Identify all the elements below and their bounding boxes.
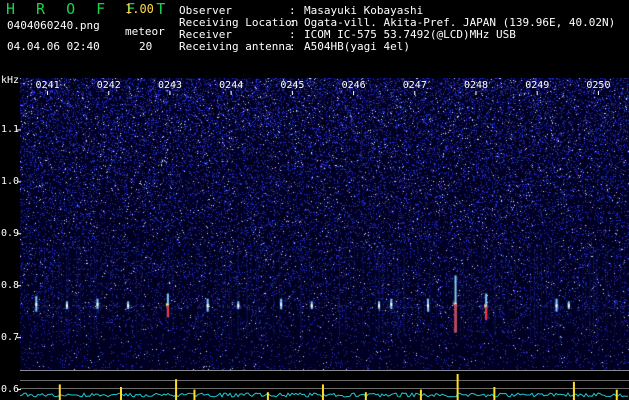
y-tick-label: 0.7 bbox=[1, 331, 20, 343]
capture-datetime: 04.04.06 02:40 bbox=[7, 40, 100, 53]
observer-label: Observer bbox=[179, 4, 232, 17]
y-axis-label: kHz bbox=[1, 75, 20, 86]
x-tick-label: 0250 bbox=[586, 80, 611, 91]
meteor-label: meteor bbox=[125, 25, 165, 38]
y-tick-label: 1.0 bbox=[1, 175, 20, 187]
x-tick-label: 0249 bbox=[525, 80, 550, 91]
antenna-colon: : bbox=[289, 40, 296, 53]
antenna-label: Receiving antenna bbox=[179, 40, 292, 53]
x-tick-label: 0247 bbox=[402, 80, 427, 91]
observer-colon: : bbox=[289, 4, 296, 17]
y-tick-label: 0.9 bbox=[1, 227, 20, 239]
antenna-value: A504HB(yagi 4el) bbox=[304, 40, 410, 53]
x-tick-label: 0241 bbox=[35, 80, 60, 91]
x-tick-label: 0245 bbox=[280, 80, 305, 91]
location-value: Ogata-vill. Akita-Pref. JAPAN (139.96E, … bbox=[304, 16, 616, 29]
receiver-label: Receiver bbox=[179, 28, 232, 41]
hroft-window: H R O F F T 1.00 0404060240.png meteor 0… bbox=[0, 0, 629, 400]
signal-level-panel bbox=[20, 370, 629, 400]
y-tick-label: 0.6 bbox=[1, 383, 20, 395]
x-tick-label: 0243 bbox=[157, 80, 183, 91]
location-colon: : bbox=[289, 16, 296, 29]
level-trace bbox=[20, 392, 629, 398]
receiver-colon: : bbox=[289, 28, 296, 41]
location-label: Receiving Location bbox=[179, 16, 299, 29]
file-name: 0404060240.png bbox=[7, 19, 100, 32]
meteor-count: 20 bbox=[139, 40, 153, 53]
y-tick-label: 1.1 bbox=[1, 123, 20, 135]
x-tick-label: 0248 bbox=[463, 80, 489, 91]
spectrogram-canvas bbox=[20, 78, 629, 370]
app-version: 1.00 bbox=[125, 2, 154, 16]
x-tick-label: 0244 bbox=[219, 80, 244, 91]
y-tick-label: 0.8 bbox=[1, 279, 20, 291]
observer-value: Masayuki Kobayashi bbox=[304, 4, 424, 17]
x-tick-label: 0242 bbox=[96, 80, 121, 91]
receiver-value: ICOM IC-575 53.7492(@LCD)MHz USB bbox=[304, 28, 516, 41]
x-tick-label: 0246 bbox=[341, 80, 366, 91]
